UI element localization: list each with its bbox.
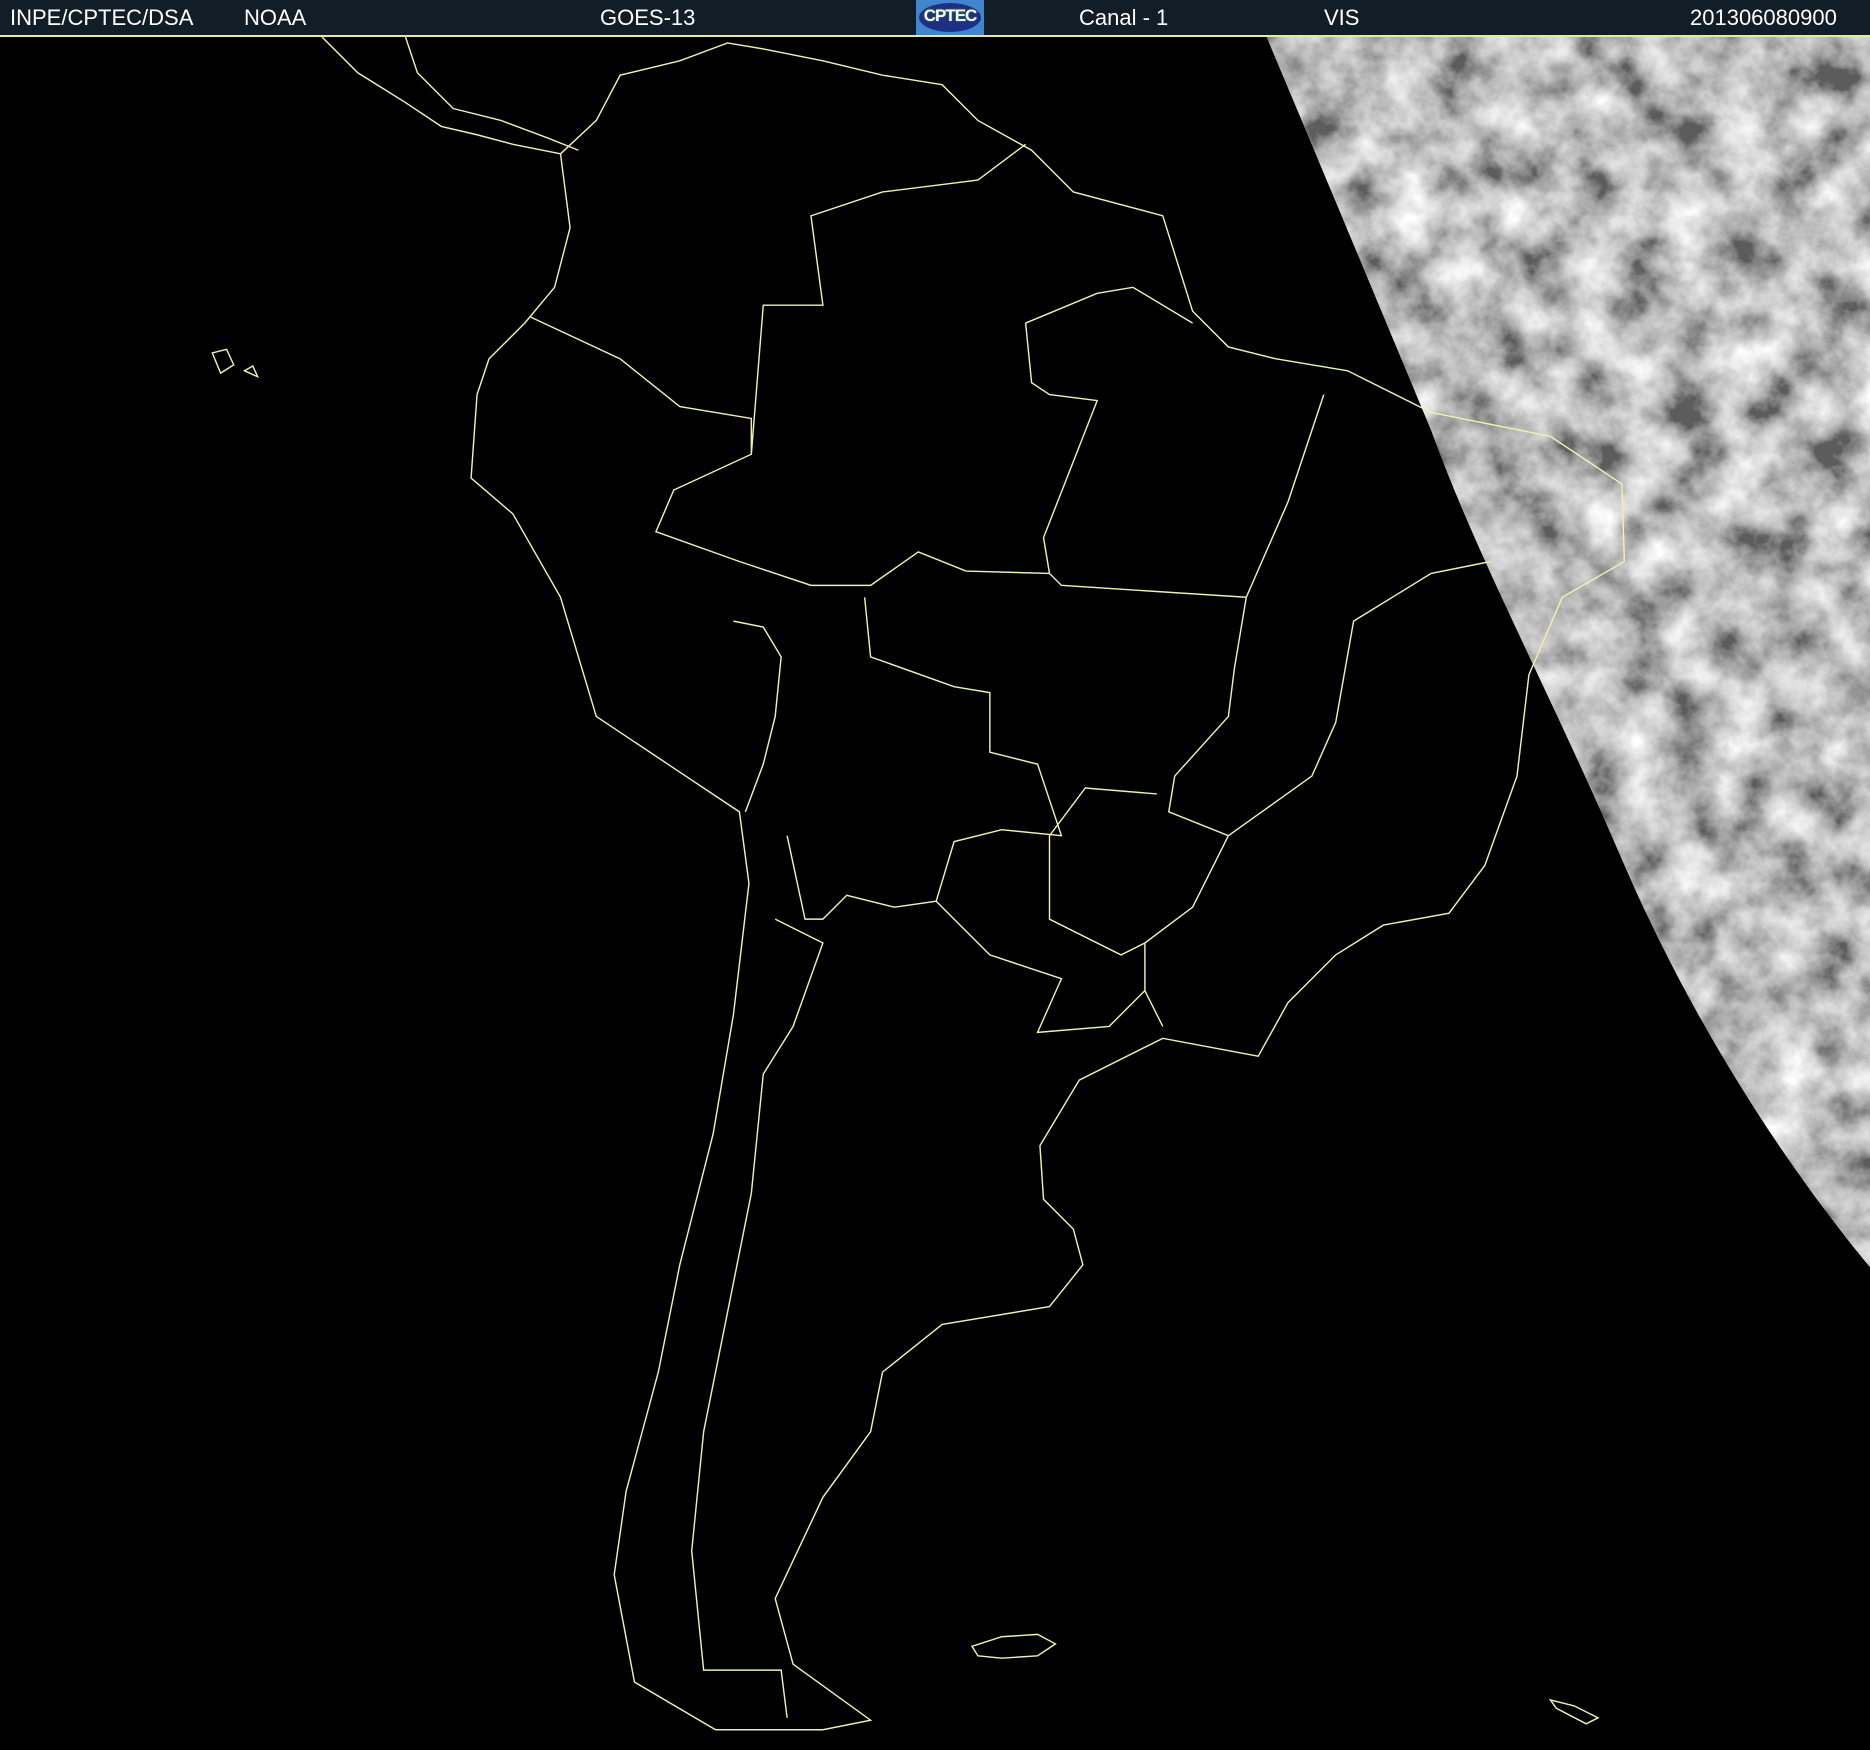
satellite-label: GOES-13 bbox=[600, 5, 696, 30]
cptec-logo: CPTEC bbox=[916, 0, 984, 35]
agency-label: NOAA bbox=[244, 5, 307, 30]
header-bar: INPE/CPTEC/DSA NOAA GOES-13 CPTEC Canal … bbox=[0, 0, 1870, 37]
institution-label: INPE/CPTEC/DSA bbox=[10, 5, 194, 30]
channel-label: Canal - 1 bbox=[1079, 5, 1169, 30]
satellite-map bbox=[0, 37, 1870, 1750]
logo-text: CPTEC bbox=[923, 6, 978, 25]
band-label: VIS bbox=[1324, 5, 1360, 30]
timestamp-label: 201306080900 bbox=[1690, 5, 1837, 30]
